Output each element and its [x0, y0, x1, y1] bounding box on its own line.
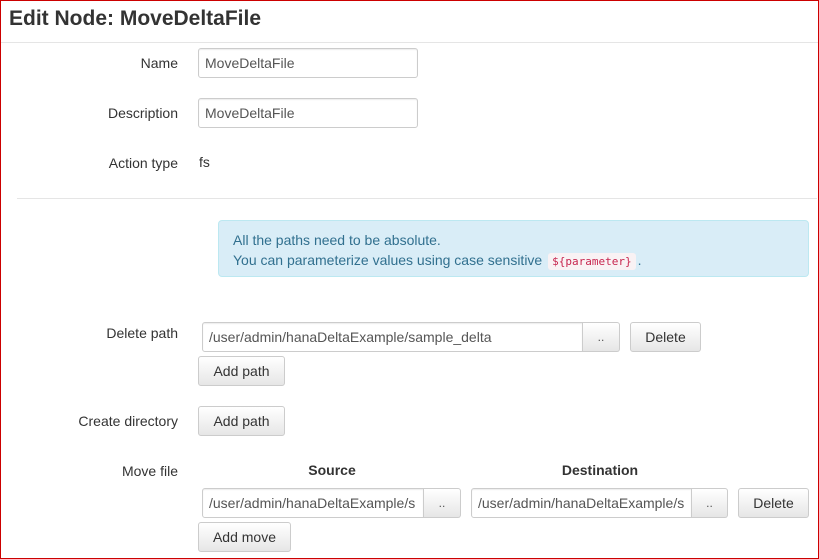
info-parameterize-text: You can parameterize values using case s…	[233, 252, 543, 268]
move-destination-header: Destination	[561, 462, 639, 478]
description-label: Description	[107, 105, 178, 121]
delete-path-add-button[interactable]: Add path	[198, 356, 285, 386]
delete-path-browse-button[interactable]: ..	[583, 322, 620, 352]
info-line-parameterize: You can parameterize values using case s…	[233, 252, 642, 270]
move-source-header: Source	[308, 462, 356, 478]
create-directory-add-button[interactable]: Add path	[198, 406, 285, 436]
name-label: Name	[140, 55, 178, 71]
page-title: Edit Node: MoveDeltaFile	[9, 7, 262, 30]
description-input[interactable]	[198, 98, 418, 128]
move-destination-input[interactable]	[471, 488, 692, 518]
action-type-label: Action type	[108, 155, 178, 171]
action-type-value: fs	[199, 154, 210, 170]
info-period: .	[637, 252, 642, 268]
move-file-label: Move file	[121, 463, 178, 479]
move-source-browse-button[interactable]: ..	[424, 488, 461, 518]
delete-path-input[interactable]	[202, 322, 583, 352]
parameter-code: ${parameter}	[548, 253, 636, 270]
section-divider	[17, 198, 817, 199]
create-directory-label: Create directory	[78, 413, 178, 429]
info-line-absolute: All the paths need to be absolute.	[233, 232, 441, 248]
move-file-add-button[interactable]: Add move	[198, 522, 291, 552]
delete-path-delete-button[interactable]: Delete	[630, 322, 701, 352]
page-header: Edit Node: MoveDeltaFile	[1, 1, 818, 43]
move-file-delete-button[interactable]: Delete	[738, 488, 809, 518]
delete-path-label: Delete path	[106, 325, 178, 341]
move-source-input[interactable]	[202, 488, 424, 518]
move-destination-browse-button[interactable]: ..	[692, 488, 728, 518]
name-input[interactable]	[198, 48, 418, 78]
info-alert: All the paths need to be absolute. You c…	[218, 220, 809, 277]
